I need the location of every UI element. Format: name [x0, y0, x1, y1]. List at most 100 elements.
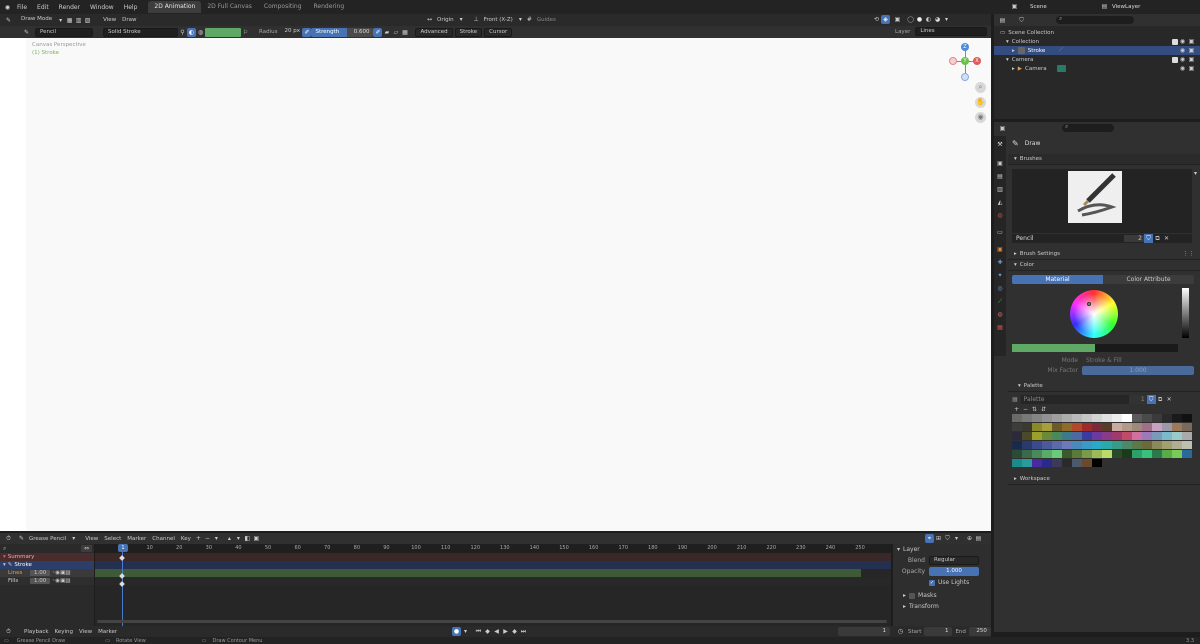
camera-view-icon[interactable]: ◉ [975, 112, 986, 123]
dopesheet-menu-view[interactable]: View [82, 536, 101, 542]
palette-swatch[interactable] [1122, 450, 1132, 458]
masks-checkbox[interactable] [909, 592, 916, 599]
palette-swatch[interactable] [1122, 432, 1132, 440]
palette-swatch[interactable] [1092, 432, 1102, 440]
render-camera-icon[interactable]: ▣ [1187, 46, 1196, 55]
start-frame-field[interactable]: 1 [924, 627, 953, 636]
palette-swatch[interactable] [1182, 450, 1192, 458]
brushes-section-header[interactable]: ▾ Brushes [1008, 154, 1200, 165]
jump-start-icon[interactable]: ⏮ [474, 627, 483, 636]
color-section-header[interactable]: ▾ Color [1008, 260, 1200, 271]
color-tab-color-attribute[interactable]: Color Attribute [1103, 275, 1194, 284]
palette-swatch[interactable] [1022, 450, 1032, 458]
scene-icon[interactable]: ▣ [1010, 2, 1019, 11]
palette-swatch[interactable] [1132, 423, 1142, 431]
palette-swatch[interactable] [1112, 423, 1122, 431]
palette-swatch[interactable] [1022, 414, 1032, 422]
render-camera-icon[interactable]: ▣ [1187, 55, 1196, 64]
visibility-eye-icon[interactable]: ◉ [1178, 55, 1187, 64]
menu-window[interactable]: Window [85, 4, 119, 11]
palette-swatch[interactable] [1022, 432, 1032, 440]
editor-type-icon[interactable]: ✎ [4, 16, 13, 25]
palette-swatch[interactable] [1162, 450, 1172, 458]
palette-swatch[interactable] [1112, 450, 1122, 458]
jump-prev-key-icon[interactable]: ◆ [483, 627, 492, 636]
xray-icon[interactable]: ▣ [893, 15, 902, 24]
outliner-row-camera-collection[interactable]: ▾ Camera ◉ ▣ [994, 55, 1200, 64]
outliner-search-input[interactable]: ⌕ [1056, 15, 1134, 24]
origin-dropdown[interactable]: Origin [434, 17, 457, 23]
chevron-down-icon[interactable]: ▾ [461, 627, 470, 636]
play-icon[interactable]: ▶ [501, 627, 510, 636]
palette-swatch[interactable] [1142, 441, 1152, 449]
palette-swatch[interactable] [1162, 423, 1172, 431]
menu-file[interactable]: File [12, 4, 32, 11]
play-reverse-icon[interactable]: ◀ [492, 627, 501, 636]
timeline-menu-playback[interactable]: Playback [21, 629, 52, 635]
palette-swatch[interactable] [1032, 441, 1042, 449]
sort-colors-icon[interactable]: ⇅ [1030, 405, 1039, 414]
palette-swatch[interactable] [1012, 423, 1022, 431]
blend-dropdown[interactable]: Regular [929, 556, 979, 565]
workspace-tab-rendering[interactable]: Rendering [308, 1, 351, 13]
palette-swatch[interactable] [1122, 441, 1132, 449]
chevron-down-icon[interactable]: ▾ [1191, 169, 1200, 178]
palette-swatch[interactable] [1172, 432, 1182, 440]
timeline-menu-view[interactable]: View [76, 629, 95, 635]
palette-swatch[interactable] [1082, 450, 1092, 458]
palette-grid[interactable] [1012, 414, 1192, 468]
move-up-icon[interactable]: ▴ [225, 534, 234, 543]
palette-swatch[interactable] [1092, 414, 1102, 422]
gizmo-z-icon[interactable]: Z [961, 43, 969, 51]
palette-swatch[interactable] [1092, 423, 1102, 431]
palette-swatch[interactable] [1012, 432, 1022, 440]
move-down-icon[interactable]: ▾ [234, 534, 243, 543]
current-frame-indicator[interactable]: 1 [118, 544, 128, 552]
horizontal-scrollbar[interactable] [97, 620, 887, 623]
palette-swatch[interactable] [1122, 423, 1132, 431]
palette-swatch[interactable] [1052, 459, 1062, 467]
palette-swatch[interactable] [1052, 432, 1062, 440]
modifier-tab-icon[interactable]: ✚ [996, 258, 1005, 267]
palette-swatch[interactable] [1182, 432, 1192, 440]
material-selector[interactable]: Solid Stroke [103, 27, 178, 37]
palette-swatch[interactable] [1142, 450, 1152, 458]
add-color-icon[interactable]: + [1012, 405, 1021, 414]
stroke-dropdown[interactable]: Stroke [454, 27, 483, 37]
layer-mask-icon[interactable]: ▧ [65, 570, 70, 576]
palette-swatch[interactable] [1132, 414, 1142, 422]
palette-swatch[interactable] [1022, 459, 1032, 467]
palette-swatch[interactable] [1032, 450, 1042, 458]
current-frame-field[interactable]: 1 [838, 627, 890, 636]
color-bar[interactable] [1012, 344, 1178, 352]
channel-lines[interactable]: Lines 1.00 ◦ ◉ ▣ ▧ [0, 569, 94, 577]
lock-toggle-icon[interactable]: ▣ [252, 534, 261, 543]
palette-swatch[interactable] [1092, 450, 1102, 458]
menu-render[interactable]: Render [54, 4, 85, 11]
advanced-dropdown[interactable]: Advanced [415, 27, 453, 37]
gizmo-neg-z-icon[interactable] [961, 73, 969, 81]
render-tab-icon[interactable]: ▣ [996, 159, 1005, 168]
sculpt-toggle-icon[interactable]: ▧ [83, 16, 92, 25]
palette-swatch[interactable] [1122, 414, 1132, 422]
output-tab-icon[interactable]: ▤ [996, 172, 1005, 181]
guides-label[interactable]: Guides [534, 17, 559, 23]
gizmo-y-icon[interactable]: Y [961, 57, 969, 65]
palette-swatch[interactable] [1112, 414, 1122, 422]
palette-swatch[interactable] [1042, 450, 1052, 458]
palette-swatch[interactable] [1172, 450, 1182, 458]
chevron-down-icon[interactable]: ▾ [942, 15, 951, 24]
palette-swatch[interactable] [1102, 450, 1112, 458]
workspace-tab-2d-animation[interactable]: 2D Animation [148, 1, 202, 13]
palette-swatch[interactable] [1112, 441, 1122, 449]
palette-swatch[interactable] [1062, 423, 1072, 431]
guides-icon[interactable]: # [525, 15, 534, 24]
outliner-row-collection[interactable]: ▾ Collection ◉ ▣ [994, 37, 1200, 46]
clock-icon[interactable]: ◷ [896, 627, 905, 636]
palette-swatch[interactable] [1012, 459, 1022, 467]
palette-swatch[interactable] [1092, 459, 1102, 467]
palette-swatch[interactable] [1152, 450, 1162, 458]
palette-swatch[interactable] [1102, 414, 1112, 422]
render-camera-icon[interactable]: ▣ [1187, 37, 1196, 46]
palette-swatch[interactable] [1042, 459, 1052, 467]
